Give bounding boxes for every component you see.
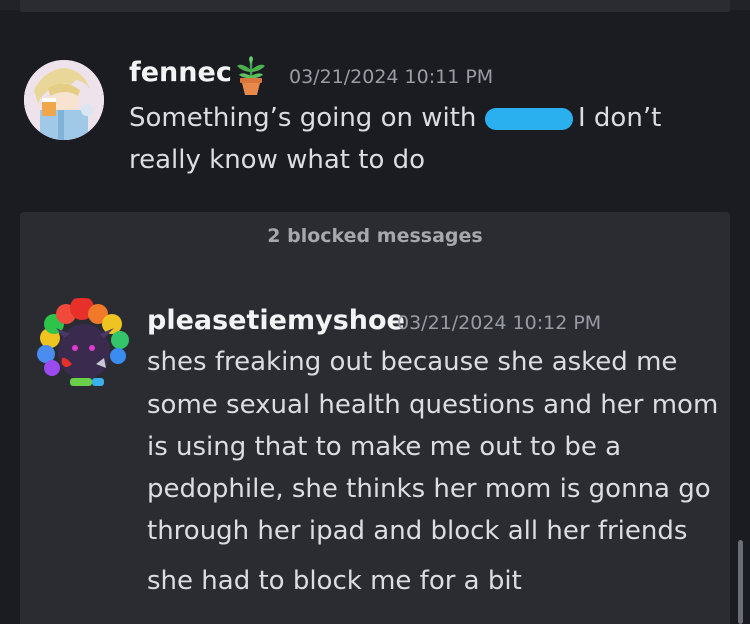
avatar-fennec-image [24,60,104,140]
chat-view: fennec 03/21/2024 10:11 PM Something’s g… [0,0,750,624]
message-timestamp: 03/21/2024 10:12 PM [397,312,602,334]
message-line: pedophile, she thinks her mom is gonna g… [147,474,711,504]
previous-card [20,0,730,12]
redaction-scribble [485,108,573,130]
author-name[interactable]: pleasetiemyshoe [147,305,405,337]
message-line: she had to block me for a bit [147,566,522,596]
message-line: shes freaking out because she asked me [147,347,678,377]
avatar-fennec[interactable] [24,60,104,140]
message-line: really know what to do [129,145,426,175]
message-line: is using that to make me out to be a [147,432,622,462]
potted-plant-icon [233,56,269,96]
message-line: I don’t [578,103,662,133]
message-line: some sexual health questions and her mom [147,390,719,420]
avatar-pleasetiemyshoe-image [34,298,130,394]
avatar-pleasetiemyshoe[interactable] [34,298,130,394]
message-line: Something’s going on with [129,103,477,133]
message-timestamp: 03/21/2024 10:11 PM [289,66,494,88]
author-name[interactable]: fennec [129,57,232,89]
scrollbar-thumb[interactable] [738,540,743,624]
message-line: through her ipad and block all her frien… [147,516,688,546]
blocked-messages-toggle[interactable]: 2 blocked messages [20,222,730,250]
